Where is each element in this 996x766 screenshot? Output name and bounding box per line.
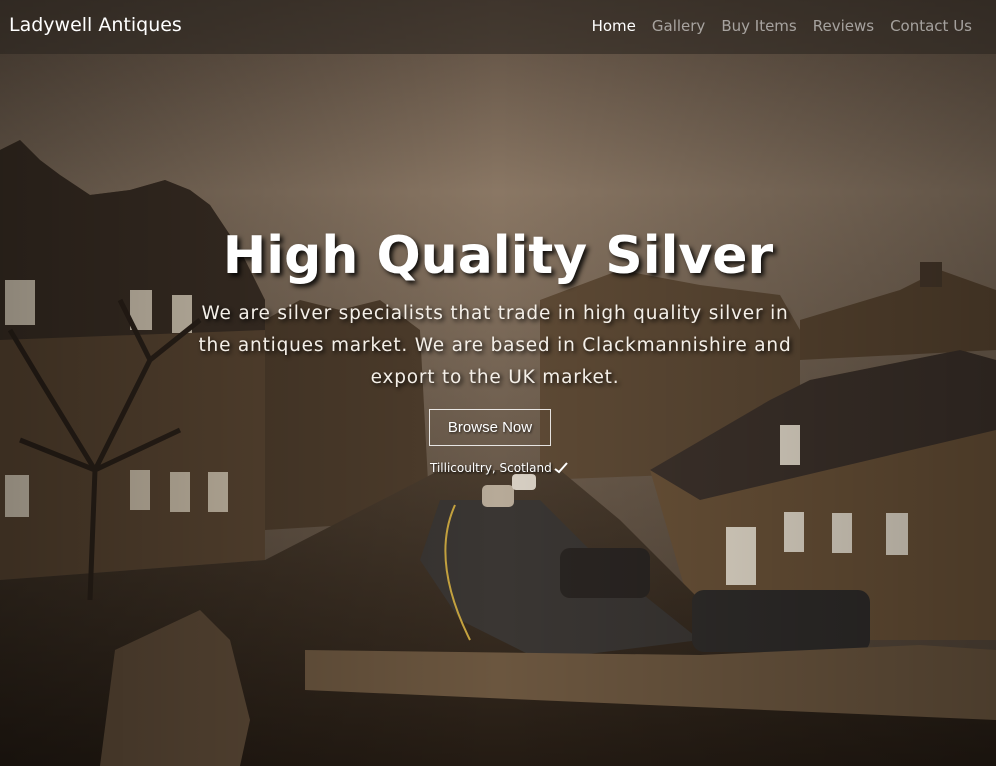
hero-section: Ladywell Antiques Home Gallery Buy Items… [0,0,996,766]
nav-item-home[interactable]: Home [592,17,636,35]
brand-logo-text[interactable]: Ladywell Antiques [9,14,182,36]
nav-item-contact-us[interactable]: Contact Us [890,17,972,35]
nav-menu: Home Gallery Buy Items Reviews Contact U… [592,17,972,35]
location-check-icon [554,462,568,474]
nav-item-gallery[interactable]: Gallery [652,17,705,35]
browse-now-button[interactable]: Browse Now [429,409,551,446]
hero-title: High Quality Silver [222,226,774,286]
photo-caption-text: Tillicoultry, Scotland [430,461,552,475]
nav-item-buy-items[interactable]: Buy Items [721,17,796,35]
hero-description: We are silver specialists that trade in … [198,303,792,388]
nav-item-reviews[interactable]: Reviews [813,17,874,35]
top-navbar: Ladywell Antiques Home Gallery Buy Items… [0,0,996,54]
photo-caption: Tillicoultry, Scotland [430,461,568,475]
